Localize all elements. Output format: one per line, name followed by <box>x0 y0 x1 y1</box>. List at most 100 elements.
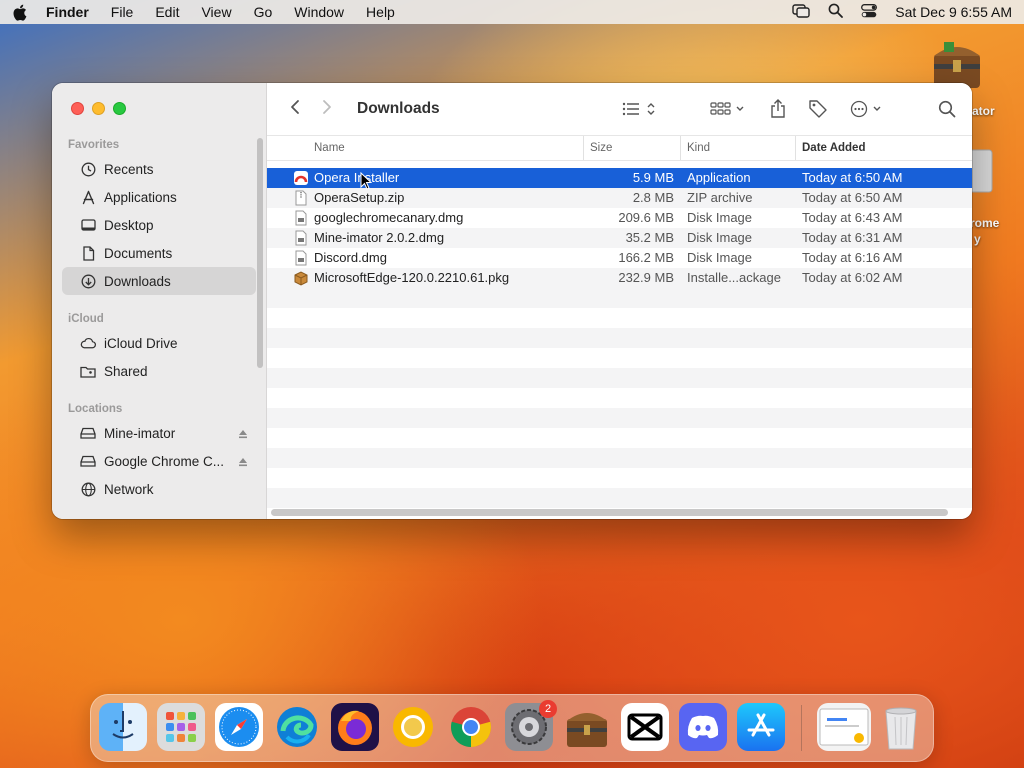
dock-system-settings[interactable]: 2 <box>505 700 557 751</box>
sidebar-item-google-chrome-canary[interactable]: Google Chrome C... <box>62 447 256 475</box>
menu-help[interactable]: Help <box>366 4 395 20</box>
sidebar-scrollbar[interactable] <box>257 138 263 368</box>
dock-capcut[interactable] <box>621 703 669 751</box>
dock-mine-imator[interactable] <box>563 703 611 751</box>
disk-image-icon <box>295 210 307 226</box>
launchpad-icon <box>166 712 196 742</box>
download-icon <box>80 273 96 289</box>
dock-finder[interactable] <box>99 703 147 751</box>
dock-safari[interactable] <box>215 703 263 751</box>
dock-microsoft-edge[interactable] <box>273 703 321 751</box>
dock-firefox[interactable] <box>331 703 379 751</box>
forward-button[interactable] <box>321 99 333 120</box>
file-row-googlechromecanary-dmg[interactable]: googlechromecanary.dmg 209.6 MB Disk Ima… <box>267 208 972 228</box>
file-row-opera-installer[interactable]: Opera Installer 5.9 MB Application Today… <box>267 168 972 188</box>
sidebar-item-label: Recents <box>104 161 154 177</box>
dock-app-store[interactable] <box>737 703 785 751</box>
ellipsis-circle-icon <box>850 100 881 118</box>
file-row-microsoftedge-pkg[interactable]: MicrosoftEdge-120.0.2210.61.pkg 232.9 MB… <box>267 268 972 288</box>
file-kind: Disk Image <box>687 250 753 265</box>
file-kind: Disk Image <box>687 210 753 225</box>
file-size: 166.2 MB <box>618 250 674 265</box>
column-kind[interactable]: Kind <box>680 136 710 160</box>
toolbar: Downloads <box>267 83 972 135</box>
file-name: MicrosoftEdge-120.0.2210.61.pkg <box>314 270 510 285</box>
horizontal-scrollbar[interactable] <box>271 509 948 516</box>
sidebar-item-documents[interactable]: Documents <box>62 239 256 267</box>
file-kind: Application <box>687 170 751 185</box>
chrome-canary-icon <box>393 707 433 747</box>
sidebar-item-applications[interactable]: Applications <box>62 183 256 211</box>
grid-icon <box>710 102 744 115</box>
search-button[interactable] <box>938 100 956 118</box>
desktop-icon <box>80 217 96 233</box>
file-name: Mine-imator 2.0.2.dmg <box>314 230 445 245</box>
back-button[interactable] <box>289 99 301 120</box>
sidebar-item-label: Desktop <box>104 217 154 233</box>
tag-button[interactable] <box>808 99 828 119</box>
view-options-button[interactable] <box>622 101 658 117</box>
dock-trash[interactable] <box>877 703 925 751</box>
sidebar-section-favorites: Favorites <box>68 139 120 151</box>
apple-icon[interactable] <box>12 4 28 21</box>
menu-view[interactable]: View <box>201 4 231 20</box>
sidebar-item-mine-imator[interactable]: Mine-imator <box>62 419 256 447</box>
sidebar-item-recents[interactable]: Recents <box>62 155 256 183</box>
menu-file[interactable]: File <box>111 4 134 20</box>
sidebar-item-icloud-drive[interactable]: iCloud Drive <box>62 329 256 357</box>
control-center-icon[interactable] <box>861 3 878 21</box>
package-icon <box>294 271 308 286</box>
sidebar-item-label: Downloads <box>104 273 171 289</box>
share-button[interactable] <box>770 99 786 119</box>
dock-chrome-canary[interactable] <box>389 703 437 751</box>
sidebar-item-label: Documents <box>104 245 173 261</box>
finder-icon <box>112 711 134 739</box>
zoom-button[interactable] <box>113 102 126 115</box>
empty-list-area[interactable] <box>267 288 972 508</box>
share-icon <box>771 99 785 118</box>
spotlight-search-icon[interactable] <box>828 3 844 21</box>
sidebar-item-label: Applications <box>104 189 177 205</box>
menu-go[interactable]: Go <box>254 4 273 20</box>
minimize-button[interactable] <box>92 102 105 115</box>
sidebar-item-shared[interactable]: Shared <box>62 357 256 385</box>
menu-window[interactable]: Window <box>294 4 344 20</box>
dock-launchpad[interactable] <box>157 703 205 751</box>
dock-separator <box>801 705 802 751</box>
menu-finder[interactable]: Finder <box>46 4 89 20</box>
file-row-mine-imator-dmg[interactable]: Mine-imator 2.0.2.dmg 35.2 MB Disk Image… <box>267 228 972 248</box>
clock[interactable]: Sat Dec 9 6:55 AM <box>895 4 1012 20</box>
window-title: Downloads <box>357 100 440 117</box>
sidebar-item-label: Shared <box>104 363 148 379</box>
dock-discord[interactable] <box>679 703 727 751</box>
dock-google-chrome[interactable] <box>447 703 495 751</box>
finder-window: Favorites Recents Applications Desktop D… <box>52 83 972 519</box>
safari-icon <box>219 707 259 747</box>
file-row-discord-dmg[interactable]: Discord.dmg 166.2 MB Disk Image Today at… <box>267 248 972 268</box>
file-date: Today at 6:50 AM <box>802 190 903 205</box>
column-date-added[interactable]: Date Added <box>795 136 865 160</box>
dock-recent-window[interactable] <box>817 703 871 751</box>
file-row-operasetup-zip[interactable]: OperaSetup.zip 2.8 MB ZIP archive Today … <box>267 188 972 208</box>
group-button[interactable] <box>710 101 746 117</box>
file-name: googlechromecanary.dmg <box>314 210 464 225</box>
sidebar-item-desktop[interactable]: Desktop <box>62 211 256 239</box>
sidebar-item-downloads[interactable]: Downloads <box>62 267 256 295</box>
globe-icon <box>80 481 96 497</box>
search-icon <box>938 100 956 118</box>
shared-folder-icon <box>80 363 96 379</box>
desktop-icon-label: ator <box>972 104 995 118</box>
column-size[interactable]: Size <box>583 136 612 160</box>
file-date: Today at 6:43 AM <box>802 210 903 225</box>
cloud-icon <box>80 335 96 351</box>
column-name[interactable]: Name <box>308 136 345 160</box>
more-actions-button[interactable] <box>850 100 886 118</box>
eject-icon[interactable] <box>238 427 248 442</box>
eject-icon[interactable] <box>238 455 248 470</box>
tag-icon <box>809 100 827 118</box>
menu-edit[interactable]: Edit <box>155 4 179 20</box>
screen-mirroring-icon[interactable] <box>792 3 810 21</box>
close-button[interactable] <box>71 102 84 115</box>
column-header: Name Size Kind Date Added <box>267 135 972 161</box>
sidebar-item-network[interactable]: Network <box>62 475 256 503</box>
